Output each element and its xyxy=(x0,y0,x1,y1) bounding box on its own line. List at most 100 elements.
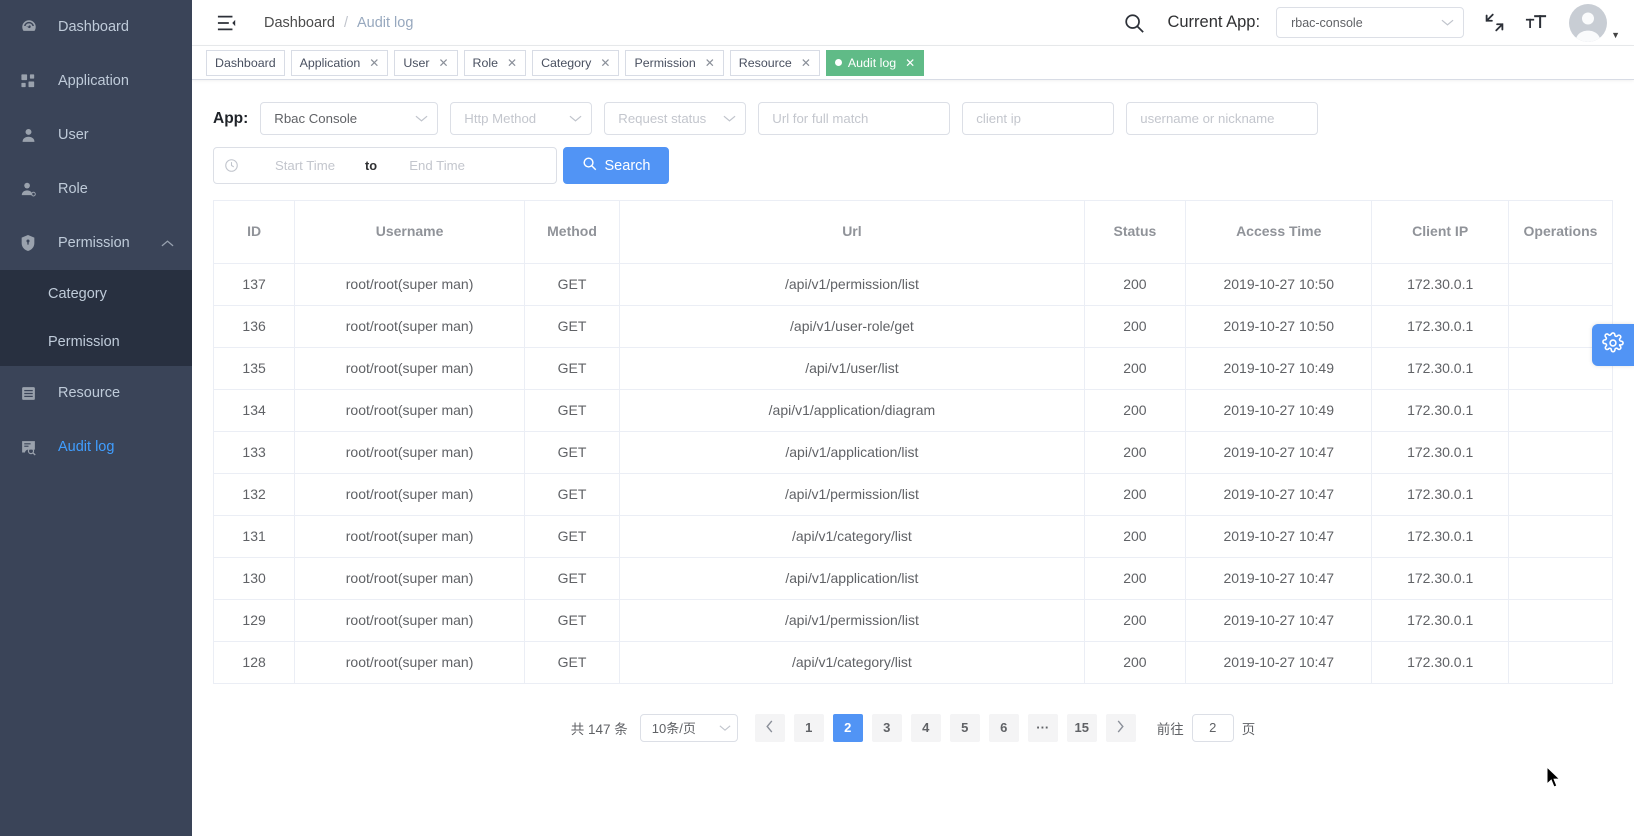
chevron-down-icon xyxy=(415,114,428,123)
cell-operations[interactable] xyxy=(1508,599,1612,642)
sidebar-item-role[interactable]: Role xyxy=(0,162,192,216)
table-row[interactable]: 137 root/root(super man) GET /api/v1/per… xyxy=(214,263,1612,306)
close-icon[interactable]: ✕ xyxy=(369,57,379,69)
pagination-prev[interactable] xyxy=(754,713,785,742)
date-range-picker[interactable]: Start Time to End Time xyxy=(213,147,557,184)
sidebar-item-user[interactable]: User xyxy=(0,108,192,162)
cell-operations[interactable] xyxy=(1508,515,1612,558)
pagination-page-2[interactable]: 2 xyxy=(832,713,863,742)
request-status-select[interactable]: Request status xyxy=(604,102,747,135)
cell-operations[interactable] xyxy=(1508,263,1612,306)
cell-status: 200 xyxy=(1084,557,1187,600)
pagination-page-1[interactable]: 1 xyxy=(793,713,824,742)
cell-status: 200 xyxy=(1084,515,1187,558)
pagination-next[interactable] xyxy=(1105,713,1136,742)
tag-role[interactable]: Role ✕ xyxy=(463,49,527,76)
cell-operations[interactable] xyxy=(1508,557,1612,600)
close-icon[interactable]: ✕ xyxy=(905,57,915,69)
tag-audit-log[interactable]: Audit log ✕ xyxy=(825,49,925,76)
cell-operations[interactable] xyxy=(1508,389,1612,432)
pagination-page-4[interactable]: 4 xyxy=(910,713,941,742)
table-row[interactable]: 134 root/root(super man) GET /api/v1/app… xyxy=(214,389,1612,432)
page-number: 2 xyxy=(844,720,852,735)
avatar[interactable]: ▼ xyxy=(1569,3,1620,42)
column-header-method[interactable]: Method xyxy=(524,201,621,264)
column-header-url[interactable]: Url xyxy=(619,201,1085,264)
cell-id: 132 xyxy=(214,473,296,516)
cell-status: 200 xyxy=(1084,389,1187,432)
fullscreen-icon[interactable] xyxy=(1484,12,1505,33)
sidebar-item-application[interactable]: Application xyxy=(0,54,192,108)
tag-permission[interactable]: Permission ✕ xyxy=(625,49,724,76)
tag-category[interactable]: Category ✕ xyxy=(532,49,620,76)
table-row[interactable]: 129 root/root(super man) GET /api/v1/per… xyxy=(214,599,1612,642)
table-row[interactable]: 131 root/root(super man) GET /api/v1/cat… xyxy=(214,515,1612,558)
search-button[interactable]: Search xyxy=(563,147,669,184)
table-row[interactable]: 128 root/root(super man) GET /api/v1/cat… xyxy=(214,641,1612,684)
cell-operations[interactable] xyxy=(1508,473,1612,516)
pagination-page-6[interactable]: 6 xyxy=(988,713,1019,742)
tag-application[interactable]: Application ✕ xyxy=(290,49,389,76)
column-header-operations[interactable]: Operations xyxy=(1508,201,1612,264)
sidebar-item-audit-log[interactable]: Audit log xyxy=(0,420,192,474)
sidebar-item-dashboard[interactable]: Dashboard xyxy=(0,0,192,54)
http-method-select[interactable]: Http Method xyxy=(450,102,593,135)
url-placeholder: Url for full match xyxy=(772,111,869,126)
cell-url: /api/v1/permission/list xyxy=(619,599,1085,642)
table-row[interactable]: 135 root/root(super man) GET /api/v1/use… xyxy=(214,347,1612,390)
breadcrumb-separator: / xyxy=(343,14,348,31)
start-time-input[interactable]: Start Time xyxy=(251,158,359,173)
close-icon[interactable]: ✕ xyxy=(600,57,610,69)
breadcrumb-root[interactable]: Dashboard xyxy=(264,15,335,31)
column-header-id[interactable]: ID xyxy=(214,201,296,264)
cell-operations[interactable] xyxy=(1508,641,1612,684)
current-app-select[interactable]: rbac-console xyxy=(1276,7,1465,38)
username-input[interactable]: username or nickname xyxy=(1126,102,1319,135)
sidebar-item-category[interactable]: Category xyxy=(0,270,192,318)
cell-username: root/root(super man) xyxy=(294,431,525,474)
current-app-label: Current App: xyxy=(1167,13,1261,31)
cell-access-time: 2019-10-27 10:47 xyxy=(1185,641,1373,684)
pagination-page-5[interactable]: 5 xyxy=(949,713,980,742)
close-icon[interactable]: ✕ xyxy=(705,57,715,69)
tag-resource[interactable]: Resource ✕ xyxy=(729,49,820,76)
app-root: Dashboard Application User Role Permissi xyxy=(0,0,1634,836)
sidebar: Dashboard Application User Role Permissi xyxy=(0,0,192,836)
page-size-select[interactable]: 10条/页 xyxy=(639,713,738,742)
close-icon[interactable]: ✕ xyxy=(801,57,811,69)
gear-icon xyxy=(1602,331,1624,359)
close-icon[interactable]: ✕ xyxy=(507,57,517,69)
jump-page-input[interactable]: 2 xyxy=(1191,713,1234,742)
column-header-client-ip[interactable]: Client IP xyxy=(1371,201,1509,264)
table-row[interactable]: 136 root/root(super man) GET /api/v1/use… xyxy=(214,305,1612,348)
hamburger-icon[interactable] xyxy=(216,12,238,34)
cell-url: /api/v1/user/list xyxy=(619,347,1085,390)
table-row[interactable]: 130 root/root(super man) GET /api/v1/app… xyxy=(214,557,1612,600)
cell-access-time: 2019-10-27 10:47 xyxy=(1185,599,1373,642)
column-header-username[interactable]: Username xyxy=(294,201,525,264)
breadcrumb: Dashboard / Audit log xyxy=(264,15,413,31)
table-row[interactable]: 133 root/root(super man) GET /api/v1/app… xyxy=(214,431,1612,474)
pagination-more[interactable]: ··· xyxy=(1027,713,1058,742)
settings-panel-handle[interactable] xyxy=(1592,324,1634,366)
app-filter-select[interactable]: Rbac Console xyxy=(260,102,439,135)
pagination-page-15[interactable]: 15 xyxy=(1066,713,1097,742)
sidebar-item-permission[interactable]: Permission xyxy=(0,216,192,270)
url-input[interactable]: Url for full match xyxy=(758,102,951,135)
column-header-status[interactable]: Status xyxy=(1084,201,1187,264)
pagination-page-3[interactable]: 3 xyxy=(871,713,902,742)
font-size-icon[interactable] xyxy=(1525,12,1547,33)
column-header-access-time[interactable]: Access Time xyxy=(1185,201,1373,264)
sidebar-item-resource[interactable]: Resource xyxy=(0,366,192,420)
tag-user[interactable]: User ✕ xyxy=(394,49,458,76)
table-row[interactable]: 132 root/root(super man) GET /api/v1/per… xyxy=(214,473,1612,516)
client-ip-input[interactable]: client ip xyxy=(962,102,1115,135)
cell-url: /api/v1/user-role/get xyxy=(619,305,1085,348)
sidebar-item-permission-child[interactable]: Permission xyxy=(0,318,192,366)
search-icon[interactable] xyxy=(1123,12,1145,34)
end-time-input[interactable]: End Time xyxy=(383,158,491,173)
page-number: 15 xyxy=(1074,720,1089,735)
tag-dashboard[interactable]: Dashboard xyxy=(206,49,285,76)
close-icon[interactable]: ✕ xyxy=(438,57,448,69)
cell-operations[interactable] xyxy=(1508,431,1612,474)
